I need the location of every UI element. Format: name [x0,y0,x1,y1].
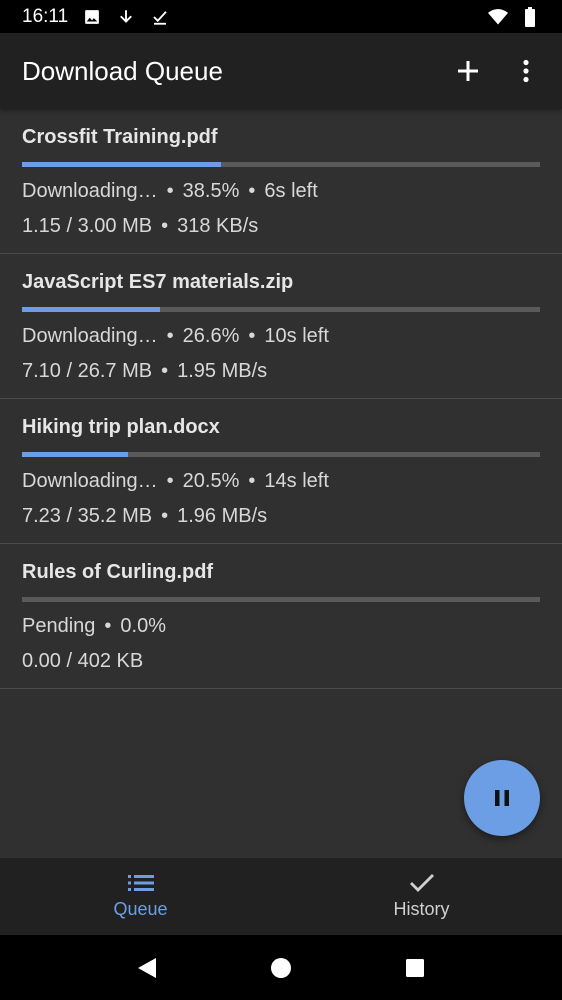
download-status: Pending [22,615,96,637]
check-icon [409,873,435,893]
add-icon[interactable] [454,57,482,85]
more-vert-icon[interactable] [512,57,540,85]
progress-fill [22,162,222,167]
status-line: Pending • 0.0% [22,615,167,637]
bottom-navigation: Queue History [0,858,562,935]
progress-fill [22,307,160,312]
file-name: Rules of Curling.pdf [22,561,214,583]
file-name: JavaScript ES7 materials.zip [22,271,294,293]
download-percent: 26.6% [182,325,240,347]
progress-bar [22,452,540,457]
notification-icons [82,7,170,27]
download-status: Downloading… [22,180,158,202]
download-done-icon [150,7,170,27]
progress-bar [22,307,540,312]
recents-icon[interactable] [400,953,430,983]
pause-all-button[interactable] [464,760,540,836]
home-icon[interactable] [266,953,296,983]
tab-history[interactable]: History [281,858,562,935]
status-line: Downloading… • 26.6% • 10s left [22,325,329,347]
download-status: Downloading… [22,470,158,492]
status-line: Downloading… • 38.5% • 6s left [22,180,318,202]
download-size: 7.10 / 26.7 MB [22,360,153,382]
page-title: Download Queue [22,55,223,86]
app-bar-actions [454,57,540,85]
download-speed: 1.96 MB/s [177,505,268,527]
image-icon [82,7,102,27]
progress-bar [22,162,540,167]
status-time: 16:11 [22,5,69,27]
tab-queue-label: Queue [113,899,168,919]
system-status-icons [488,6,540,27]
download-speed: 318 KB/s [177,215,259,237]
size-line: 7.23 / 35.2 MB • 1.96 MB/s [22,505,268,527]
tab-queue[interactable]: Queue [0,858,281,935]
size-line: 1.15 / 3.00 MB • 318 KB/s [22,215,259,237]
size-line: 0.00 / 402 KB [22,650,143,673]
download-speed: 1.95 MB/s [177,360,268,382]
download-list: Crossfit Training.pdf Downloading… • 38.5%… [0,109,562,689]
download-percent: 0.0% [120,615,167,637]
download-item[interactable]: Rules of Curling.pdf Pending • 0.0% 0.00 /… [0,544,562,689]
time-left: 14s left [264,470,329,492]
list-icon [127,873,154,893]
app-bar: Download Queue [0,33,562,109]
file-name: Hiking trip plan.docx [22,416,220,438]
download-arrow-icon [116,7,136,27]
wifi-icon [488,7,508,27]
time-left: 10s left [264,325,329,347]
download-item[interactable]: Hiking trip plan.docx Downloading… • 20.5%… [0,399,562,544]
download-item[interactable]: Crossfit Training.pdf Downloading… • 38.5%… [0,109,562,254]
system-navigation-bar [0,935,562,1000]
file-name: Crossfit Training.pdf [22,126,218,148]
download-size: 0.00 / 402 KB [22,650,144,672]
battery-icon [520,6,540,27]
time-left: 6s left [264,180,318,202]
size-line: 7.10 / 26.7 MB • 1.95 MB/s [22,360,268,382]
pause-icon [493,789,511,807]
progress-bar [22,597,540,602]
status-bar: 16:11 [0,0,562,33]
download-size: 7.23 / 35.2 MB [22,505,153,527]
download-percent: 20.5% [182,470,240,492]
download-status: Downloading… [22,325,158,347]
tab-history-label: History [393,899,450,919]
progress-fill [22,452,129,457]
download-size: 1.15 / 3.00 MB [22,215,153,237]
download-item[interactable]: JavaScript ES7 materials.zip Downloading… [0,254,562,399]
status-line: Downloading… • 20.5% • 14s left [22,470,329,492]
back-icon[interactable] [132,953,162,983]
download-percent: 38.5% [182,180,240,202]
